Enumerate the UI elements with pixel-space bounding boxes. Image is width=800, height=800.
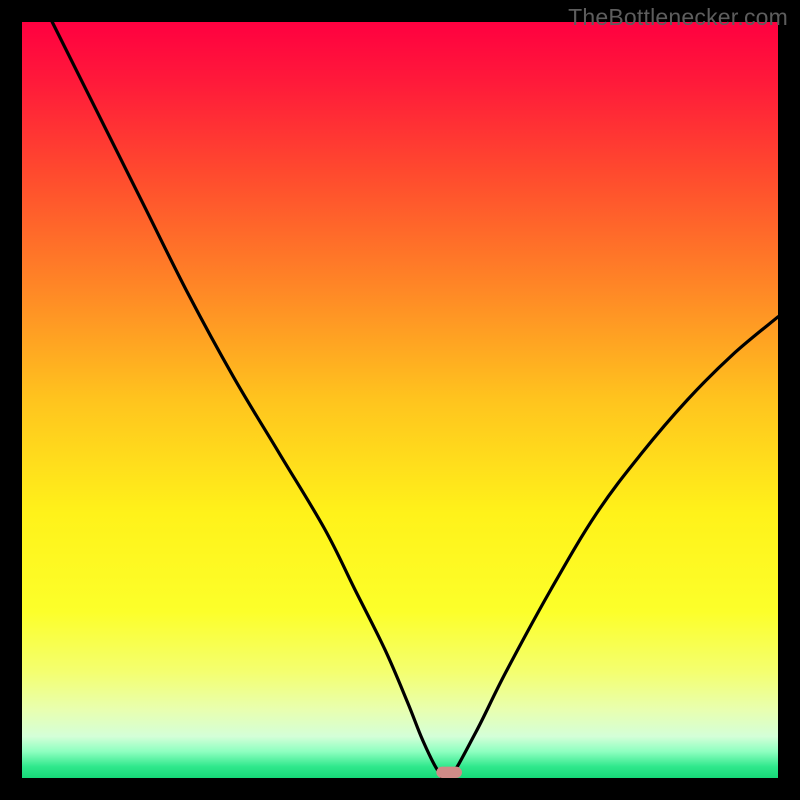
chart-frame: TheBottlenecker.com bbox=[0, 0, 800, 800]
gradient-background bbox=[22, 22, 778, 778]
plot-svg bbox=[22, 22, 778, 778]
optimal-marker bbox=[436, 767, 462, 778]
plot-area bbox=[22, 22, 778, 778]
watermark-text: TheBottlenecker.com bbox=[568, 4, 788, 31]
